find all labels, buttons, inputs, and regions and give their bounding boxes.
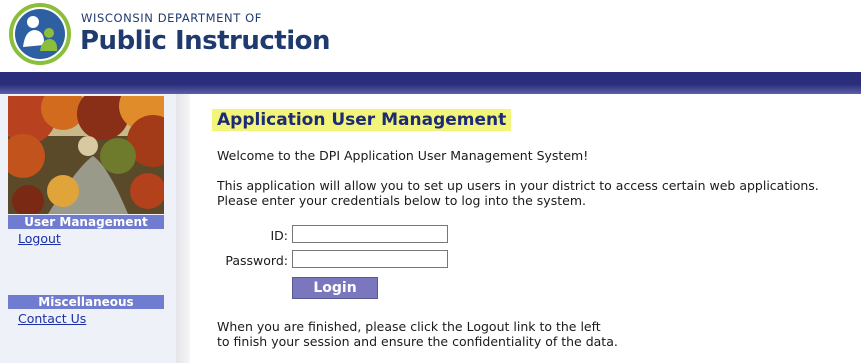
org-line: WISCONSIN DEPARTMENT OF	[81, 11, 262, 25]
intro-text-line2: Please enter your credentials below to l…	[217, 193, 586, 208]
logout-link[interactable]: Logout	[18, 231, 61, 246]
autumn-photo	[8, 96, 164, 214]
dpi-logo-icon	[9, 3, 71, 65]
sidebar: User Management Logout Miscellaneous Con…	[0, 94, 190, 363]
site-header: WISCONSIN DEPARTMENT OF Public Instructi…	[0, 0, 861, 72]
intro-text-line1: This application will allow you to set u…	[217, 178, 819, 193]
footer-text-line2: to finish your session and ensure the co…	[217, 334, 618, 349]
org-name: Public Instruction	[80, 26, 331, 56]
contact-us-link[interactable]: Contact Us	[18, 311, 86, 326]
id-input[interactable]	[292, 225, 448, 243]
login-button[interactable]: Login	[292, 277, 378, 299]
header-bar	[0, 72, 861, 94]
page-title: Application User Management	[212, 109, 512, 131]
sidebar-heading-user-management: User Management	[8, 215, 164, 229]
sidebar-heading-miscellaneous: Miscellaneous	[8, 295, 164, 309]
id-label: ID:	[270, 228, 288, 243]
welcome-text: Welcome to the DPI Application User Mana…	[217, 148, 589, 163]
main-content: Application User Management Welcome to t…	[190, 94, 861, 363]
password-input[interactable]	[292, 250, 448, 268]
password-label: Password:	[225, 253, 288, 268]
sidebar-divider	[176, 94, 190, 363]
footer-text-line1: When you are finished, please click the …	[217, 319, 601, 334]
